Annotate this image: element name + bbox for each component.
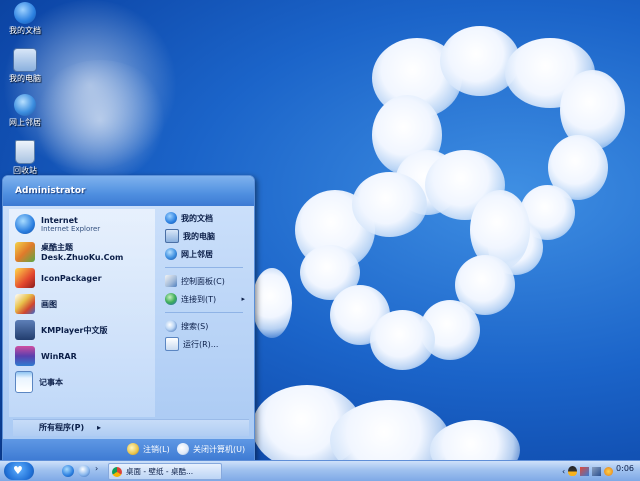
place-control-panel[interactable]: 控制面板(C): [161, 272, 247, 290]
logoff-button[interactable]: 注销(L): [127, 443, 170, 455]
search-icon: [165, 320, 177, 332]
notepad-icon: [15, 371, 33, 393]
network-tray-icon[interactable]: [580, 466, 590, 476]
quick-launch-expand-icon[interactable]: ›: [95, 464, 98, 473]
program-title: WinRAR: [41, 351, 77, 361]
heart-cloud: [352, 172, 427, 237]
iconpackager-icon: [15, 268, 35, 288]
place-label: 控制面板(C): [181, 276, 225, 286]
program-subtitle: Internet Explorer: [41, 224, 101, 233]
program-zhuoku-theme[interactable]: 桌酷主题Desk.ZhuoKu.Com: [9, 239, 155, 265]
all-programs-label: 所有程序(P): [39, 423, 85, 432]
place-run[interactable]: 运行(R)...: [161, 335, 247, 353]
qq-icon[interactable]: [568, 466, 578, 476]
clock[interactable]: 0:06: [616, 464, 634, 473]
start-menu: Administrator Internet Internet Explorer…: [2, 175, 255, 462]
pinned-programs: Internet Internet Explorer 桌酷主题Desk.Zhuo…: [9, 209, 155, 417]
place-label: 搜索(S): [181, 321, 209, 331]
place-network[interactable]: 网上邻居: [161, 245, 247, 263]
program-iconpackager[interactable]: IconPackager: [9, 265, 155, 291]
heart-icon: ♥: [13, 464, 23, 477]
all-programs-button[interactable]: 所有程序(P) ▸: [13, 419, 249, 436]
program-title: KMPlayer中文版: [41, 325, 108, 335]
places-panel: 我的文档 我的电脑 网上邻居 控制面板(C) 连接到(T) ▸ 搜索(S) 运行…: [161, 209, 247, 417]
zhuoku-theme-icon: [15, 242, 35, 262]
tray-expand-icon[interactable]: ‹: [562, 467, 565, 476]
program-title: 桌酷主题Desk.ZhuoKu.Com: [41, 243, 124, 262]
control-panel-icon: [165, 275, 177, 287]
logoff-label: 注销(L): [143, 444, 170, 454]
power-icon: [177, 443, 189, 455]
quick-launch-ie[interactable]: [62, 465, 74, 477]
my-documents-icon: [14, 2, 36, 24]
start-button[interactable]: ♥: [4, 462, 34, 480]
desktop-icon-label: 我的电脑: [9, 74, 41, 83]
connect-to-icon: [165, 293, 177, 305]
shutdown-button[interactable]: 关闭计算机(U): [177, 443, 245, 455]
program-winrar[interactable]: WinRAR: [9, 343, 155, 369]
taskbar-window-button[interactable]: 桌面 - 壁纸 - 桌酷...: [108, 463, 222, 480]
volume-icon[interactable]: [592, 466, 602, 476]
program-paint[interactable]: 画图: [9, 291, 155, 317]
shutdown-label: 关闭计算机(U): [193, 444, 246, 454]
network-icon: [165, 248, 177, 260]
heart-cloud: [370, 310, 435, 370]
place-my-computer[interactable]: 我的电脑: [161, 227, 247, 245]
place-label: 运行(R)...: [183, 339, 219, 349]
user-name: Administrator: [15, 186, 86, 196]
program-title: Internet: [41, 215, 78, 225]
internet-explorer-icon: [15, 214, 35, 234]
submenu-arrow-icon: ▸: [241, 295, 245, 303]
program-notepad[interactable]: 记事本: [9, 369, 155, 395]
desktop-icon-recycle-bin[interactable]: 回收站: [2, 140, 48, 176]
place-connect-to[interactable]: 连接到(T) ▸: [161, 290, 247, 308]
security-icon[interactable]: [604, 466, 614, 476]
run-icon: [165, 337, 179, 351]
desktop-icon-label: 我的文档: [9, 26, 41, 35]
place-search[interactable]: 搜索(S): [161, 317, 247, 335]
desktop-icon-label: 网上邻居: [9, 118, 41, 127]
cloud: [252, 268, 292, 338]
kmplayer-icon: [15, 320, 35, 340]
program-kmplayer[interactable]: KMPlayer中文版: [9, 317, 155, 343]
place-my-documents[interactable]: 我的文档: [161, 209, 247, 227]
my-documents-icon: [165, 212, 177, 224]
desktop-icon-my-documents[interactable]: 我的文档: [2, 2, 48, 36]
taskbar-window-title: 桌面 - 壁纸 - 桌酷...: [126, 467, 194, 476]
desktop-icon-my-computer[interactable]: 我的电脑: [2, 48, 48, 84]
my-computer-icon: [13, 48, 37, 72]
menu-separator: [165, 267, 243, 268]
place-label: 网上邻居: [181, 249, 213, 259]
recycle-bin-icon: [15, 140, 35, 164]
place-label: 连接到(T): [181, 294, 217, 304]
taskbar: ♥ › 桌面 - 壁纸 - 桌酷... ‹ 0:06: [0, 460, 640, 481]
start-menu-footer: 注销(L) 关闭计算机(U): [3, 439, 254, 461]
my-computer-icon: [165, 229, 179, 243]
chrome-icon: [112, 466, 122, 477]
desktop-icon-network[interactable]: 网上邻居: [2, 94, 48, 128]
program-internet-explorer[interactable]: Internet Internet Explorer: [9, 209, 155, 239]
quick-launch-ie-alt[interactable]: [78, 465, 90, 477]
program-title: IconPackager: [41, 273, 102, 283]
place-label: 我的电脑: [183, 231, 215, 241]
place-label: 我的文档: [181, 213, 213, 223]
cloud-haze: [30, 60, 170, 180]
program-title: 画图: [41, 299, 57, 309]
start-menu-header: Administrator: [3, 176, 254, 206]
network-icon: [14, 94, 36, 116]
key-icon: [127, 443, 139, 455]
paint-icon: [15, 294, 35, 314]
menu-separator: [165, 312, 243, 313]
winrar-icon: [15, 346, 35, 366]
arrow-right-icon: ▸: [97, 423, 102, 432]
program-title: 记事本: [39, 377, 63, 387]
